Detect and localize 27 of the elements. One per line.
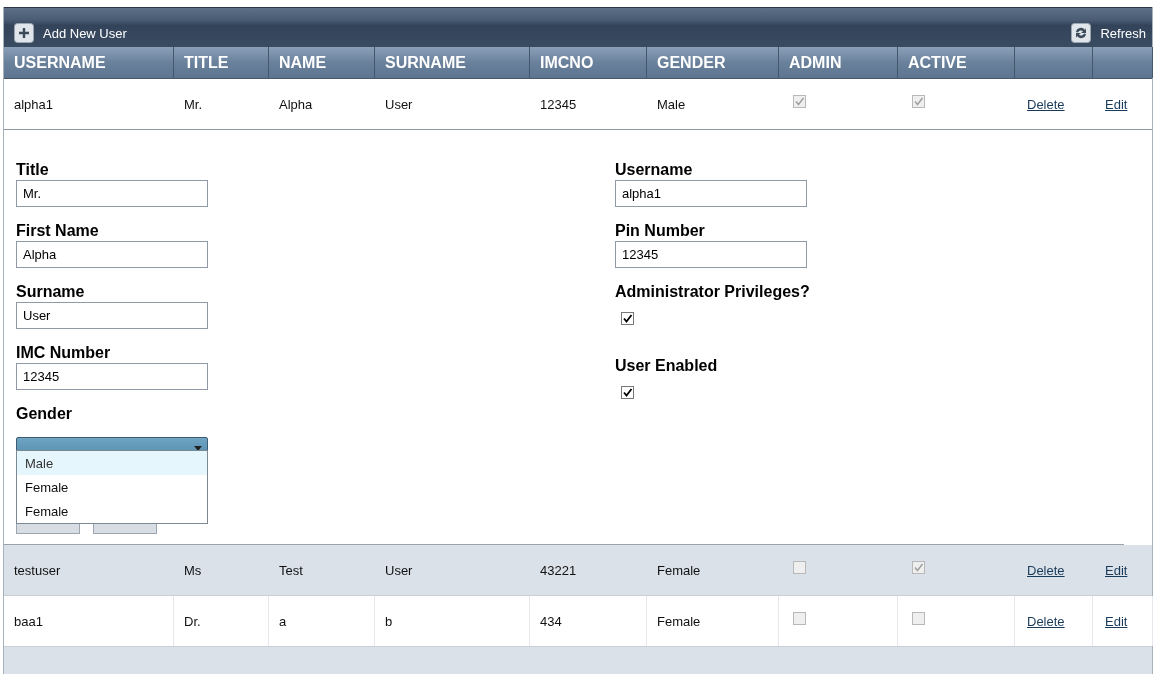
field-label: First Name xyxy=(16,221,99,241)
table-cell: Mr. xyxy=(184,96,203,112)
table-cell: User xyxy=(385,562,413,578)
table-cell: Alpha xyxy=(279,96,313,112)
table-cell: Ms xyxy=(184,562,202,578)
table-cell: Male xyxy=(657,96,686,112)
table-cell: 43221 xyxy=(540,562,577,578)
table-cell: Dr. xyxy=(184,613,201,629)
table-cell: alpha1 xyxy=(14,96,54,112)
field-label: Username xyxy=(615,160,693,180)
field-label: User Enabled xyxy=(615,356,718,376)
field-label: Title xyxy=(16,160,49,180)
table-cell: 434 xyxy=(540,613,562,629)
field-label: IMC Number xyxy=(16,343,111,363)
table-cell: testuser xyxy=(14,562,61,578)
table-cell: a xyxy=(279,613,287,629)
field-label: Gender xyxy=(16,404,72,424)
table-cell: Female xyxy=(657,613,701,629)
table-cell: Test xyxy=(279,562,303,578)
table-cell: b xyxy=(385,613,393,629)
field-label: Pin Number xyxy=(615,221,705,241)
field-label: Administrator Privileges? xyxy=(615,282,810,302)
table-cell: User xyxy=(385,96,413,112)
table-cell: 12345 xyxy=(540,96,577,112)
table-cell: baa1 xyxy=(14,613,43,629)
field-label: Surname xyxy=(16,282,85,302)
table-cell: Female xyxy=(657,562,701,578)
